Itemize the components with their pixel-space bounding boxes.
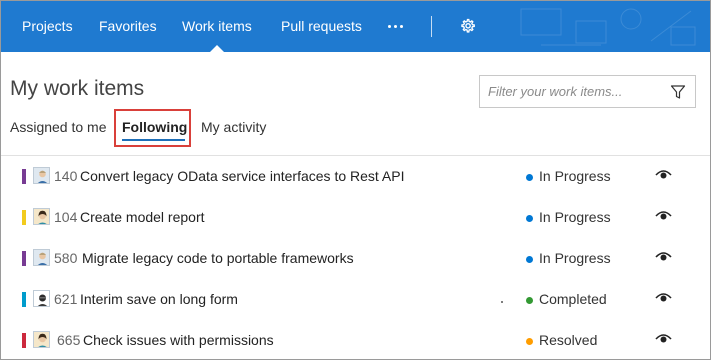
table-row[interactable]: 104 Create model report In Progress bbox=[1, 197, 710, 238]
state-dot bbox=[526, 215, 533, 222]
tab-assigned-to-me[interactable]: Assigned to me bbox=[10, 119, 107, 135]
work-item-type-color-bar bbox=[22, 333, 26, 348]
decorative-dot bbox=[501, 301, 503, 303]
table-row[interactable]: 665 Check issues with permissions Resolv… bbox=[1, 320, 710, 359]
eye-icon[interactable] bbox=[655, 292, 672, 304]
window-frame: Projects Favorites Work items Pull reque… bbox=[0, 0, 711, 360]
work-item-state: Completed bbox=[539, 291, 607, 307]
nav-pull-requests[interactable]: Pull requests bbox=[281, 1, 362, 52]
filter-input[interactable] bbox=[480, 76, 660, 107]
work-item-title[interactable]: Interim save on long form bbox=[80, 291, 238, 307]
state-dot bbox=[526, 297, 533, 304]
eye-icon[interactable] bbox=[655, 169, 672, 181]
eye-icon[interactable] bbox=[655, 210, 672, 222]
work-item-id: 580 bbox=[54, 250, 78, 266]
work-item-type-color-bar bbox=[22, 251, 26, 266]
avatar bbox=[33, 208, 50, 225]
state-dot bbox=[526, 256, 533, 263]
page-title: My work items bbox=[10, 77, 145, 100]
gear-icon[interactable] bbox=[459, 18, 476, 35]
work-item-title[interactable]: Convert legacy OData service interfaces … bbox=[80, 168, 404, 184]
filter-funnel-icon[interactable] bbox=[670, 84, 686, 100]
avatar bbox=[33, 290, 50, 307]
filter-box[interactable] bbox=[479, 75, 696, 108]
nav-work-items[interactable]: Work items bbox=[182, 1, 252, 52]
ellipsis-icon[interactable] bbox=[386, 17, 406, 35]
work-item-title[interactable]: Create model report bbox=[80, 209, 205, 225]
nav-favorites[interactable]: Favorites bbox=[99, 1, 157, 52]
work-item-type-color-bar bbox=[22, 210, 26, 225]
work-item-state: In Progress bbox=[539, 209, 611, 225]
work-item-state: Resolved bbox=[539, 332, 598, 348]
avatar bbox=[33, 331, 50, 348]
work-item-title[interactable]: Check issues with permissions bbox=[83, 332, 274, 348]
nav-separator bbox=[431, 16, 432, 37]
work-item-id: 104 bbox=[54, 209, 78, 225]
table-row[interactable]: 580 Migrate legacy code to portable fram… bbox=[1, 238, 710, 279]
work-item-title[interactable]: Migrate legacy code to portable framewor… bbox=[82, 250, 354, 266]
state-dot bbox=[526, 174, 533, 181]
eye-icon[interactable] bbox=[655, 333, 672, 345]
work-item-id: 140 bbox=[54, 168, 78, 184]
highlight-annotation-box bbox=[114, 109, 191, 147]
table-row[interactable]: 140 Convert legacy OData service interfa… bbox=[1, 156, 710, 197]
work-item-id: 665 bbox=[57, 332, 81, 348]
work-item-type-color-bar bbox=[22, 292, 26, 307]
table-row[interactable]: 621 Interim save on long form Completed bbox=[1, 279, 710, 320]
nav-projects[interactable]: Projects bbox=[22, 1, 73, 52]
work-item-state: In Progress bbox=[539, 168, 611, 184]
eye-icon[interactable] bbox=[655, 251, 672, 263]
work-item-id: 621 bbox=[54, 291, 78, 307]
state-dot bbox=[526, 338, 533, 345]
work-item-state: In Progress bbox=[539, 250, 611, 266]
work-item-type-color-bar bbox=[22, 169, 26, 184]
tab-my-activity[interactable]: My activity bbox=[201, 119, 266, 135]
avatar bbox=[33, 249, 50, 266]
top-navigation-bar: Projects Favorites Work items Pull reque… bbox=[1, 1, 710, 52]
avatar bbox=[33, 167, 50, 184]
